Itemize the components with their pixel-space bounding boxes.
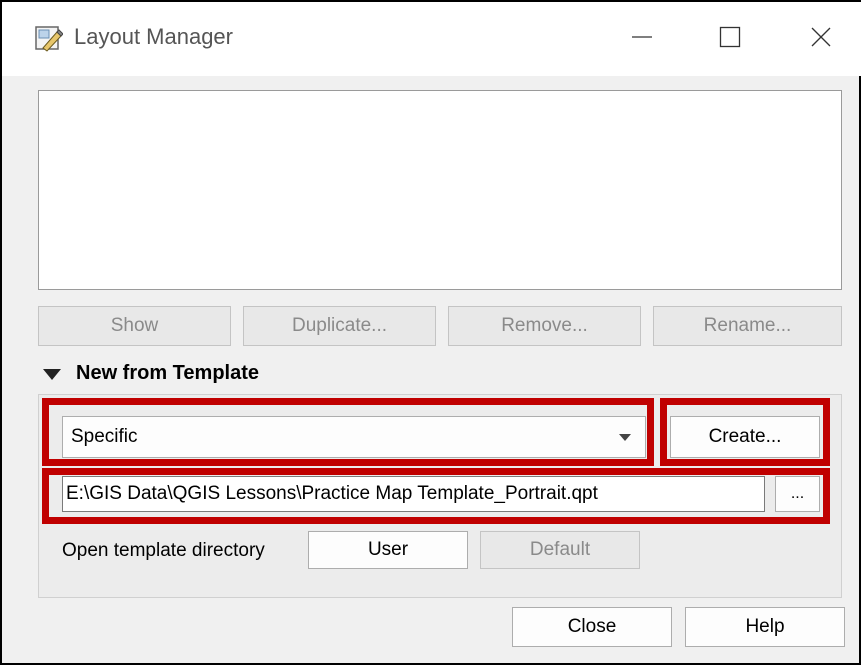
default-directory-button[interactable]: Default <box>480 531 640 569</box>
window-close-button[interactable] <box>792 16 850 58</box>
layout-manager-dialog: Layout Manager Show Duplicate... Remove.… <box>0 0 861 665</box>
browse-button[interactable]: ... <box>775 476 820 512</box>
layout-manager-icon <box>35 26 63 52</box>
title-bar[interactable]: Layout Manager <box>2 2 861 76</box>
close-icon <box>811 27 831 47</box>
show-button-label: Show <box>110 315 159 336</box>
new-from-template-toggle[interactable]: New from Template <box>42 362 259 385</box>
duplicate-button-label: Duplicate... <box>291 315 388 336</box>
template-type-value: Specific <box>71 426 138 447</box>
remove-button-label: Remove... <box>501 315 588 336</box>
minimize-button[interactable] <box>613 16 671 58</box>
window-title: Layout Manager <box>74 24 233 49</box>
user-button-label: User <box>367 539 409 560</box>
maximize-button[interactable] <box>701 16 759 58</box>
create-button[interactable]: Create... <box>670 416 820 458</box>
create-button-label: Create... <box>708 426 782 447</box>
maximize-icon <box>719 26 741 48</box>
user-directory-button[interactable]: User <box>308 531 468 569</box>
close-button[interactable]: Close <box>512 607 672 647</box>
default-button-label: Default <box>529 539 591 560</box>
template-path-value: E:\GIS Data\QGIS Lessons\Practice Map Te… <box>66 483 598 504</box>
show-button[interactable]: Show <box>38 306 231 346</box>
minimize-icon <box>632 36 652 38</box>
remove-button[interactable]: Remove... <box>448 306 641 346</box>
template-type-dropdown[interactable]: Specific <box>62 416 646 458</box>
close-button-label: Close <box>567 616 617 637</box>
help-button[interactable]: Help <box>685 607 845 647</box>
rename-button[interactable]: Rename... <box>653 306 842 346</box>
section-title: New from Template <box>76 362 259 384</box>
layouts-list[interactable] <box>38 90 842 290</box>
open-template-directory-label: Open template directory <box>62 540 265 561</box>
browse-button-label: ... <box>790 485 805 502</box>
chevron-down-icon <box>619 434 631 441</box>
collapse-triangle-icon <box>43 368 61 380</box>
duplicate-button[interactable]: Duplicate... <box>243 306 436 346</box>
help-button-label: Help <box>745 616 785 637</box>
template-path-field[interactable]: E:\GIS Data\QGIS Lessons\Practice Map Te… <box>62 476 765 512</box>
rename-button-label: Rename... <box>703 315 792 336</box>
